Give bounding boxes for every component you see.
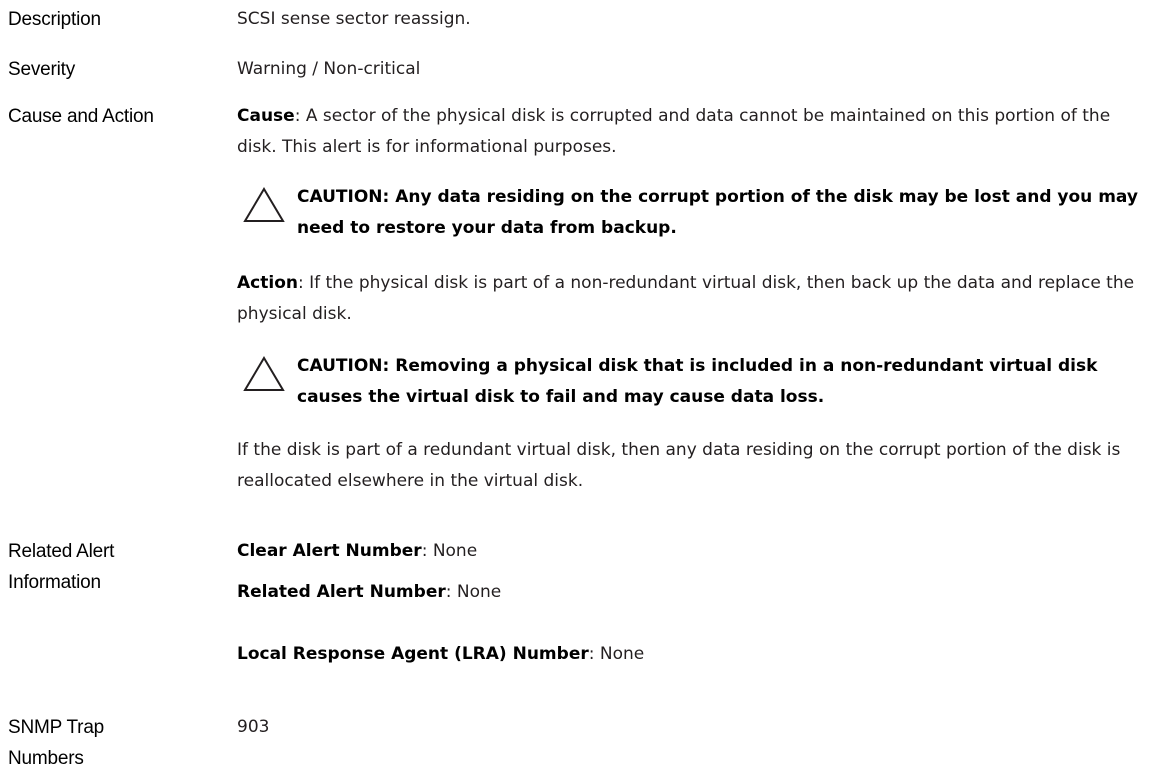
clear-alert-value: : None	[421, 541, 478, 561]
clear-alert-line: Clear Alert Number: None	[237, 536, 1147, 567]
action-keyword: Action	[237, 273, 298, 293]
lra-line: Local Response Agent (LRA) Number: None	[237, 639, 1147, 670]
severity-value: Warning / Non-critical	[237, 59, 421, 79]
cause-paragraph: Cause: A sector of the physical disk is …	[237, 101, 1147, 163]
snmp-value: 903	[237, 717, 270, 737]
cause-text: : A sector of the physical disk is corru…	[237, 106, 1111, 157]
caution-1-text: CAUTION: Any data residing on the corrup…	[297, 187, 1138, 238]
related-alert-keyword: Related Alert Number	[237, 582, 446, 602]
description-label: Description	[8, 9, 101, 30]
cause-action-label: Cause and Action	[8, 106, 154, 127]
clear-alert-keyword: Clear Alert Number	[237, 541, 422, 561]
caution-triangle-icon	[243, 187, 285, 222]
related-alert-value: : None	[445, 582, 502, 602]
action-text: : If the physical disk is part of a non-…	[237, 273, 1135, 324]
severity-label: Severity	[8, 59, 76, 80]
related-label: Related Alert Information	[8, 541, 115, 593]
description-value: SCSI sense sector reassign.	[237, 9, 471, 29]
caution-triangle-icon	[243, 356, 285, 391]
action-paragraph: Action: If the physical disk is part of …	[237, 268, 1147, 330]
cause-keyword: Cause	[237, 106, 295, 126]
caution-2-text: CAUTION: Removing a physical disk that i…	[297, 356, 1098, 407]
redundant-paragraph: If the disk is part of a redundant virtu…	[237, 440, 1121, 491]
related-alert-line: Related Alert Number: None	[237, 577, 1147, 608]
lra-keyword: Local Response Agent (LRA) Number	[237, 644, 589, 664]
snmp-label: SNMP Trap Numbers	[8, 717, 105, 769]
lra-value: : None	[588, 644, 645, 664]
